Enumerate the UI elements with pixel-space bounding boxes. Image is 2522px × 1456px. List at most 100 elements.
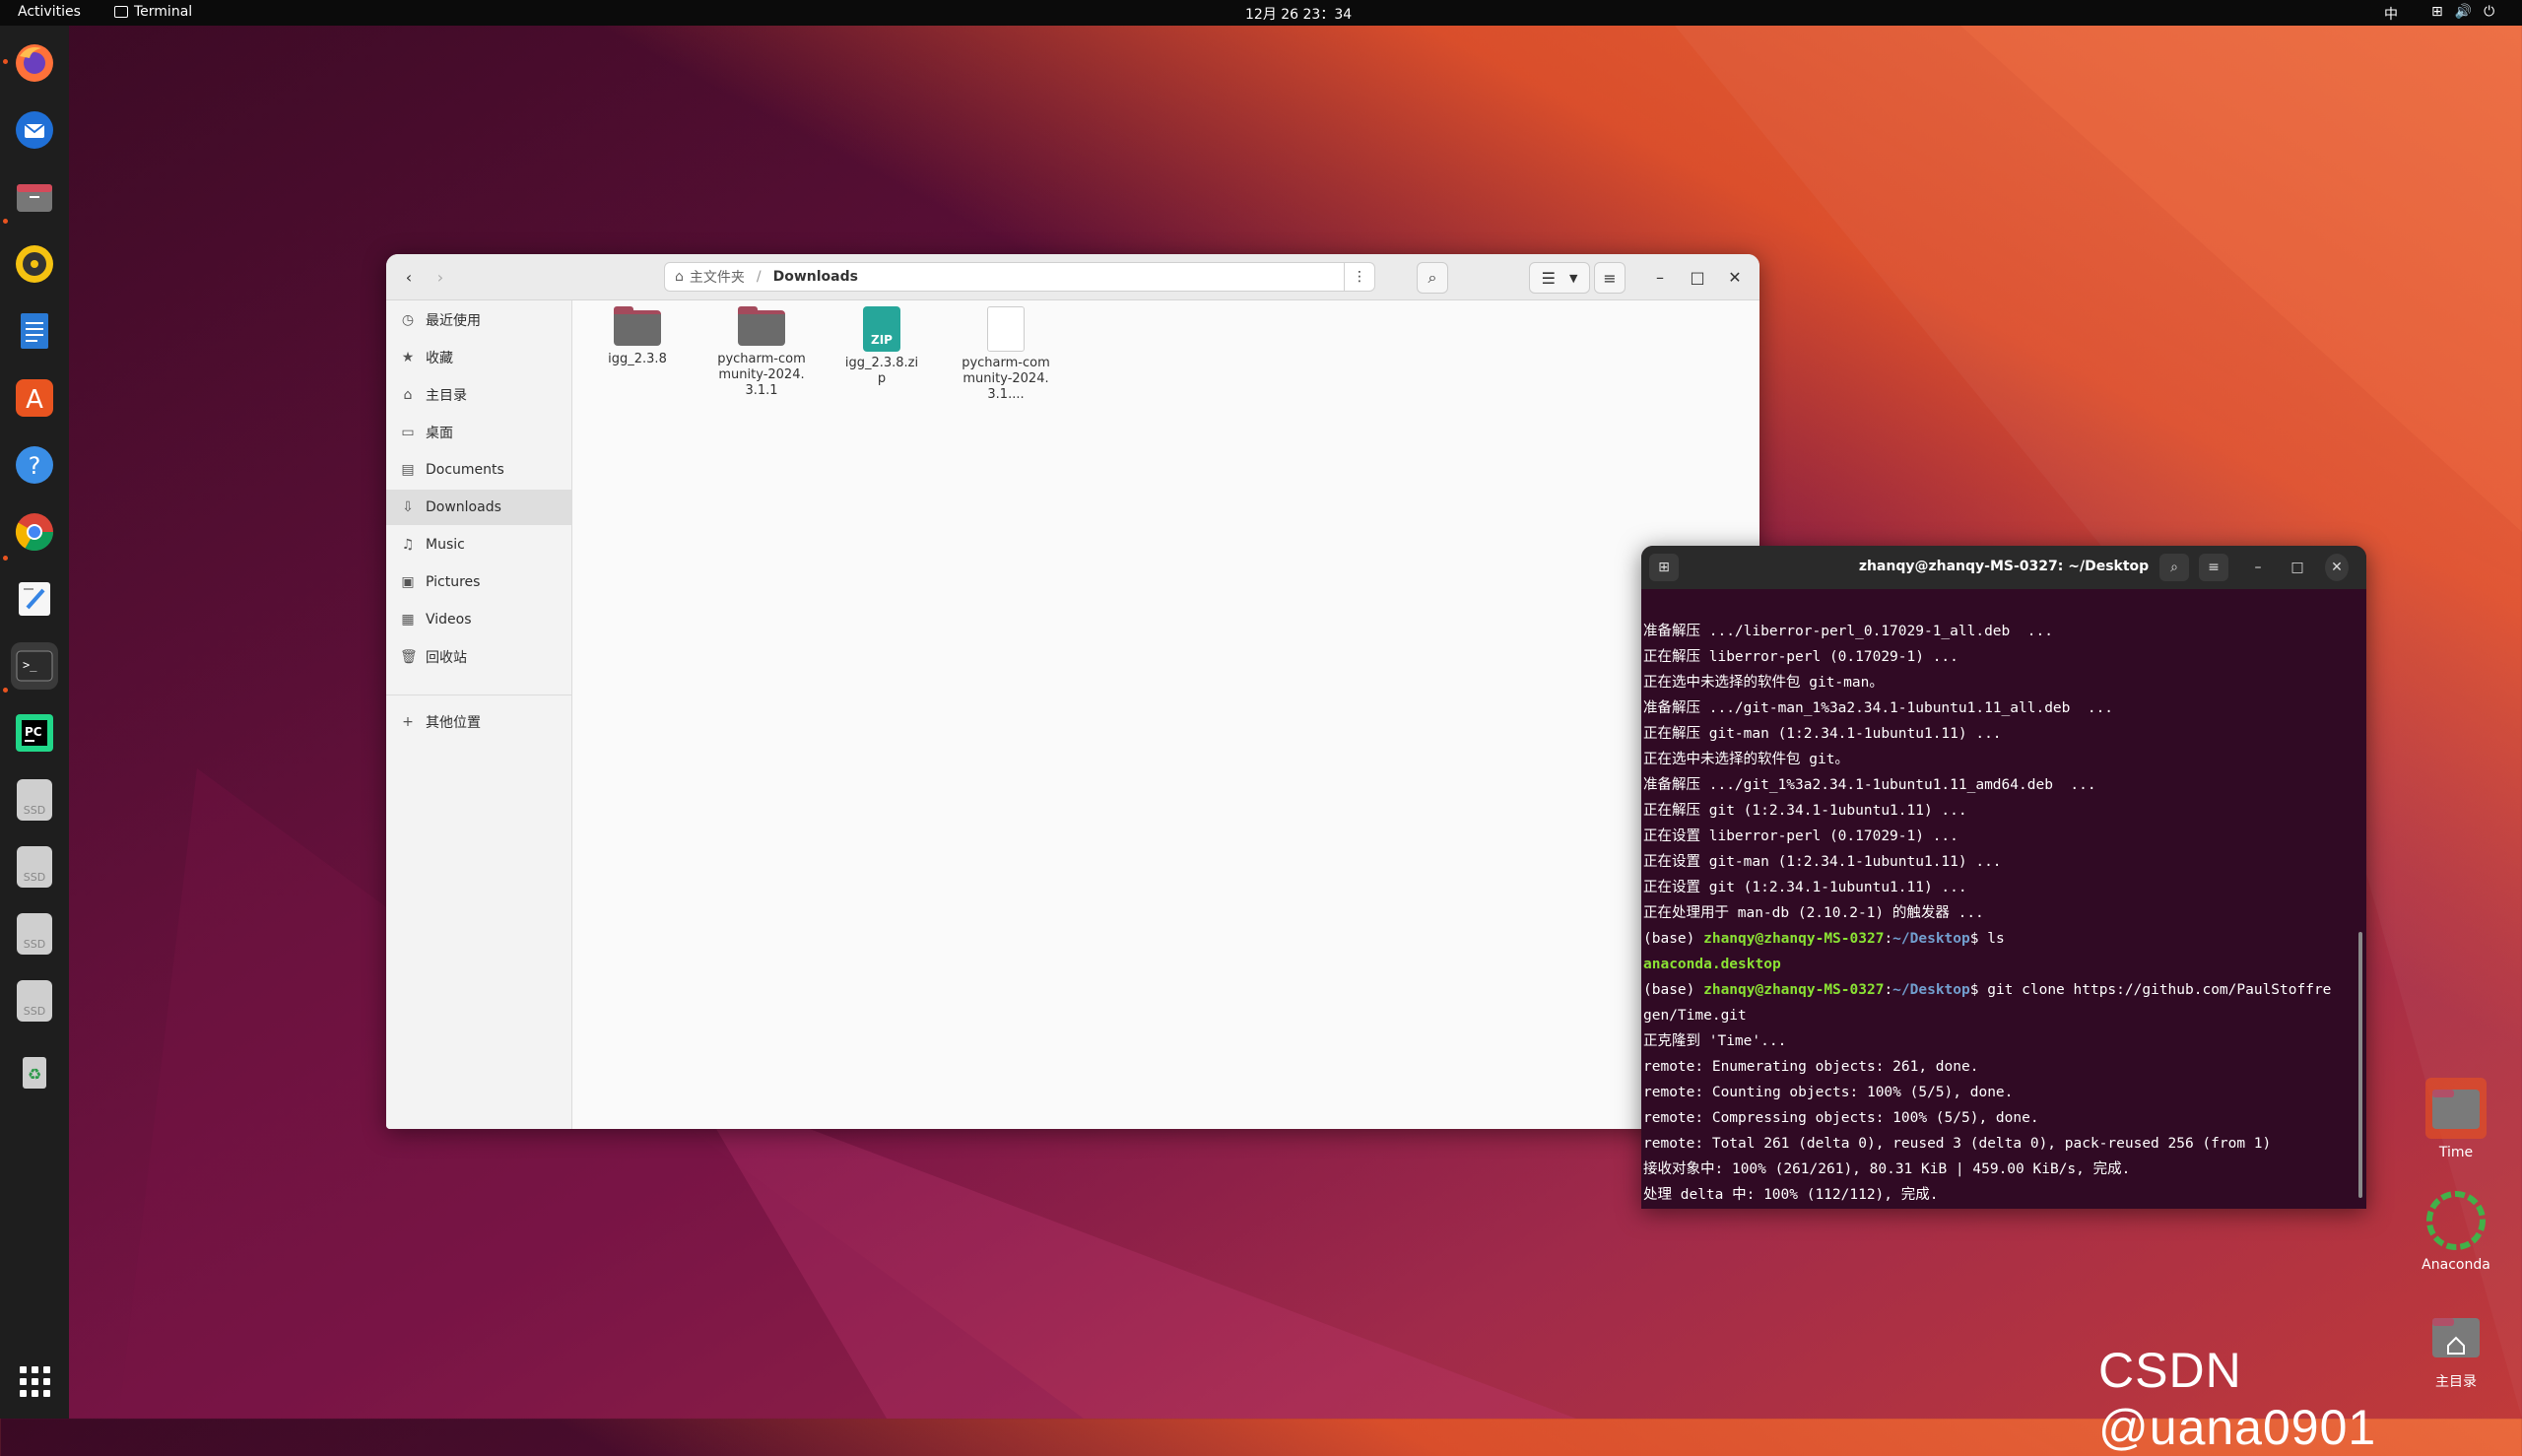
home-icon: ⌂ (403, 387, 413, 403)
input-method-indicator[interactable]: 中 (2384, 4, 2398, 24)
terminal-search-button[interactable]: ⌕ (2159, 554, 2189, 581)
ssd-drive-icon[interactable]: SSD (11, 977, 58, 1025)
system-menu[interactable]: ⊞ 🔊 ⏻ (2431, 4, 2494, 20)
maximize-button[interactable]: □ (2286, 554, 2309, 581)
prompt-env: (base) (1643, 982, 1704, 998)
sidebar-item-videos[interactable]: ▦ Videos (386, 602, 571, 637)
watermark: CSDN @uana0901 (2098, 1343, 2377, 1455)
libreoffice-writer-icon[interactable] (11, 307, 58, 355)
terminal-menu-button[interactable]: ≡ (2199, 554, 2228, 581)
ssd-drive-icon[interactable]: SSD (11, 910, 58, 958)
desktop-icon-anaconda[interactable]: Anaconda (2412, 1188, 2500, 1273)
minimize-button[interactable]: – (1647, 262, 1673, 292)
sidebar-item-label: 主目录 (426, 388, 467, 404)
chrome-icon[interactable] (11, 508, 58, 556)
document-icon: ▤ (401, 462, 415, 478)
sidebar-item-documents[interactable]: ▤ Documents (386, 452, 571, 488)
sidebar-item-label: 最近使用 (426, 313, 481, 329)
anaconda-icon (2426, 1191, 2486, 1250)
app-center-icon[interactable]: A (11, 374, 58, 422)
desktop-icon-label: Anaconda (2422, 1257, 2490, 1273)
maximize-button[interactable]: □ (1685, 262, 1710, 292)
firefox-icon[interactable] (11, 39, 58, 87)
svg-text:♻: ♻ (28, 1065, 41, 1084)
sidebar-item-downloads[interactable]: ⇩ Downloads (386, 490, 571, 525)
running-indicator (3, 219, 8, 224)
sidebar-item-desktop[interactable]: ▭ 桌面 (386, 415, 571, 450)
help-icon[interactable]: ? (11, 441, 58, 489)
path-current[interactable]: Downloads (767, 269, 864, 285)
clock[interactable]: 12月 26 23：34 (1245, 4, 1352, 24)
text-editor-icon[interactable] (11, 575, 58, 623)
volume-icon: 🔊 (2454, 4, 2473, 20)
view-toggle-button[interactable]: ☰ ▼ (1529, 262, 1590, 294)
close-button[interactable]: ✕ (1722, 262, 1748, 292)
file-item[interactable]: pycharm-community-2024.3.1.1 (707, 306, 816, 399)
terminal-line: 正在解压 git (1:2.34.1-1ubuntu1.11) ... (1643, 803, 1967, 819)
terminal-line: 正在设置 git (1:2.34.1-1ubuntu1.11) ... (1643, 880, 1967, 895)
path-home[interactable]: ⌂ 主文件夹 (665, 267, 751, 287)
sidebar-item-recent[interactable]: ◷ 最近使用 (386, 302, 571, 338)
app-menu[interactable]: Terminal (114, 4, 192, 20)
show-apps-icon[interactable] (11, 1357, 58, 1405)
hamburger-icon: ≡ (2208, 560, 2220, 575)
file-item[interactable]: ZIP igg_2.3.8.zip (828, 306, 936, 387)
minimize-button[interactable]: – (2246, 554, 2270, 581)
sidebar-item-music[interactable]: ♫ Music (386, 527, 571, 563)
terminal-output[interactable]: 准备解压 .../liberror-perl_0.17029-1_all.deb… (1643, 593, 2353, 1209)
picture-icon: ▣ (401, 574, 415, 590)
trash-icon[interactable]: ♻ (11, 1048, 58, 1095)
folder-icon (614, 306, 661, 346)
rhythmbox-icon[interactable] (11, 240, 58, 288)
path-menu-button[interactable]: ⋮ (1344, 263, 1374, 291)
forward-button[interactable]: › (426, 262, 455, 292)
file-manager-window: ‹ › ⌂ 主文件夹 / Downloads ⋮ ⌕ ☰ ▼ ≡ – □ ✕ ◷ 最近… (386, 254, 1759, 1129)
prompt-env: (base) (1643, 931, 1704, 947)
sidebar-item-trash[interactable]: 🗑 回收站 (386, 639, 571, 675)
terminal-line: 准备解压 .../liberror-perl_0.17029-1_all.deb… (1643, 624, 2053, 639)
terminal-scrollbar[interactable] (2358, 932, 2362, 1198)
search-icon: ⌕ (1427, 268, 1437, 287)
clock-icon: ◷ (401, 312, 415, 328)
main-menu-button[interactable]: ≡ (1594, 262, 1626, 294)
file-item[interactable]: pycharm-community-2024.3.1.... (952, 306, 1060, 403)
thunderbird-icon[interactable] (11, 106, 58, 154)
file-manager-header: ‹ › ⌂ 主文件夹 / Downloads ⋮ ⌕ ☰ ▼ ≡ – □ ✕ (386, 254, 1759, 300)
archive-file-icon (987, 306, 1025, 352)
terminal-window: ⊞ zhanqy@zhanqy-MS-0327: ~/Desktop ⌕ ≡ –… (1641, 546, 2366, 1209)
file-item[interactable]: igg_2.3.8 (583, 306, 692, 367)
svg-text:A: A (26, 385, 43, 415)
search-button[interactable]: ⌕ (1417, 262, 1448, 294)
sidebar-item-label: Music (426, 537, 465, 553)
ssd-drive-icon[interactable]: SSD (11, 843, 58, 891)
trash-icon: 🗑 (400, 649, 418, 665)
terminal-line: remote: Enumerating objects: 261, done. (1643, 1059, 1979, 1075)
files-icon[interactable] (11, 173, 58, 221)
sidebar-item-other-locations[interactable]: + 其他位置 (386, 704, 571, 740)
desktop-icon-time[interactable]: Time (2412, 1076, 2500, 1160)
running-indicator (3, 556, 8, 561)
terminal-icon[interactable]: >_ (11, 642, 58, 690)
ssd-drive-icon[interactable]: SSD (11, 776, 58, 824)
running-indicator (3, 59, 8, 64)
prompt-user: zhanqy@zhanqy-MS-0327 (1703, 931, 1885, 947)
power-icon: ⏻ (2484, 4, 2495, 20)
path-bar[interactable]: ⌂ 主文件夹 / Downloads ⋮ (664, 262, 1375, 292)
prompt-line: (base) zhanqy@zhanqy-MS-0327:~/Desktop$ … (1643, 977, 2353, 1003)
sidebar-item-label: Pictures (426, 574, 481, 590)
hamburger-icon: ≡ (1603, 268, 1617, 288)
prompt-colon: : (1884, 931, 1893, 947)
pycharm-icon[interactable]: PC (11, 709, 58, 757)
terminal-line: 准备解压 .../git-man_1%3a2.34.1-1ubuntu1.11_… (1643, 700, 2114, 716)
sidebar-item-starred[interactable]: ★ 收藏 (386, 340, 571, 375)
sidebar-item-home[interactable]: ⌂ 主目录 (386, 377, 571, 413)
command-wrap: gen/Time.git (1643, 1008, 1747, 1024)
back-button[interactable]: ‹ (394, 262, 424, 292)
close-button[interactable]: ✕ (2325, 554, 2349, 581)
sidebar-item-pictures[interactable]: ▣ Pictures (386, 564, 571, 600)
prompt-colon: : (1884, 982, 1893, 998)
chevron-down-icon: ▼ (1568, 271, 1578, 285)
ls-output: anaconda.desktop (1643, 957, 1781, 972)
download-icon: ⇩ (402, 499, 414, 515)
activities-button[interactable]: Activities (18, 4, 81, 20)
